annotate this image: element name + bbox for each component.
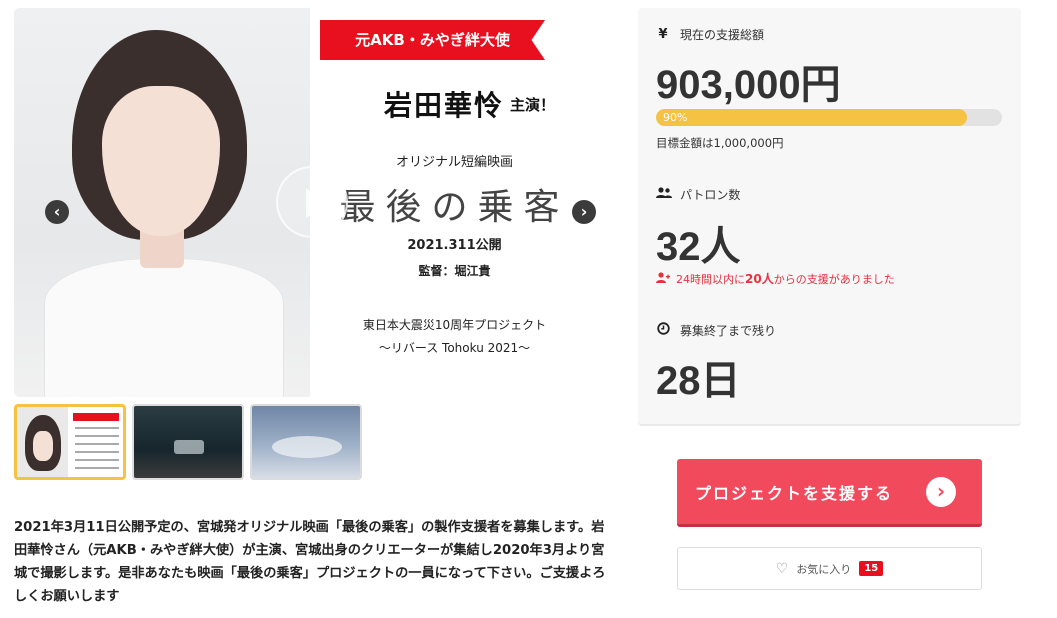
poster-director: 監督：堀江貴	[418, 264, 491, 278]
recent-support-note: 24時間以内に20人からの支援がありました	[656, 270, 895, 287]
thumbnail-text-lines	[75, 427, 119, 473]
patrons-label: パトロン数	[680, 188, 741, 202]
recent-prefix: 24時間以内に	[676, 273, 745, 286]
poster-ribbon: 元AKB・みやぎ絆大使	[320, 20, 545, 60]
poster-subproject: 〜リバース Tohoku 2021〜	[378, 341, 531, 355]
favorite-count-badge: 15	[859, 561, 884, 576]
thumbnail-ribbon	[73, 413, 119, 421]
thumbnail-1[interactable]	[14, 404, 126, 480]
hero-poster: 元AKB・みやぎ絆大使 岩田華怜 主演！ オリジナル短編映画 最後の乗客 202…	[310, 8, 599, 397]
poster-subtitle: オリジナル短編映画	[395, 155, 513, 170]
yen-icon: ¥	[658, 27, 668, 42]
total-label: 現在の支援総額	[680, 28, 765, 42]
thumbnail-2[interactable]	[132, 404, 244, 480]
clock-icon	[656, 322, 670, 339]
users-icon	[656, 186, 672, 203]
support-button-label: プロジェクトを支援する	[695, 483, 894, 503]
favorite-button[interactable]: ♡ お気に入り 15	[677, 547, 982, 590]
funding-progress-bar: 90%	[656, 109, 1002, 126]
chevron-right-circle-icon: ›	[926, 477, 956, 507]
thumbnail-light	[174, 440, 204, 454]
remaining-label: 募集終了まで残り	[680, 324, 777, 338]
support-project-button[interactable]: プロジェクトを支援する ›	[677, 459, 982, 527]
chevron-right-icon[interactable]: ›	[572, 200, 596, 224]
chevron-left-icon[interactable]: ‹	[45, 200, 69, 224]
patrons-label-row: パトロン数	[656, 186, 740, 203]
project-description: 2021年3月11日公開予定の、宮城発オリジナル映画「最後の乗客」の製作支援者を…	[14, 520, 606, 604]
goal-amount: 目標金額は1,000,000円	[656, 136, 784, 150]
patrons-count: 32人	[656, 225, 741, 269]
funding-progress-fill: 90%	[656, 109, 968, 126]
poster-star-name: 岩田華怜	[384, 89, 505, 122]
poster-film-title: 最後の乗客	[339, 187, 570, 228]
poster-project: 東日本大震災10周年プロジェクト	[362, 318, 547, 332]
remaining-days: 28日	[656, 359, 741, 403]
stats-panel: ¥ 現在の支援総額 903,000円 90% 目標金額は1,000,000円 パ…	[638, 8, 1021, 426]
thumbnail-cloud	[272, 436, 342, 458]
user-plus-icon	[656, 271, 670, 286]
thumbnail-portrait	[25, 415, 61, 471]
total-label-row: ¥ 現在の支援総額	[656, 26, 764, 43]
remaining-label-row: 募集終了まで残り	[656, 322, 776, 339]
total-amount: 903,000円	[656, 63, 841, 107]
thumbnail-3[interactable]	[250, 404, 362, 480]
play-icon[interactable]	[276, 166, 348, 238]
recent-suffix: からの支援がありました	[773, 273, 895, 286]
hero-slideshow[interactable]: 元AKB・みやぎ絆大使 岩田華怜 主演！ オリジナル短編映画 最後の乗客 202…	[14, 8, 599, 397]
poster-release-date: 2021.311公開	[407, 238, 502, 253]
portrait-shirt	[44, 258, 284, 397]
recent-count: 20人	[745, 272, 774, 286]
heart-icon: ♡	[775, 560, 789, 577]
favorite-label: お気に入り	[796, 562, 852, 576]
poster-role: 主演！	[510, 96, 556, 114]
